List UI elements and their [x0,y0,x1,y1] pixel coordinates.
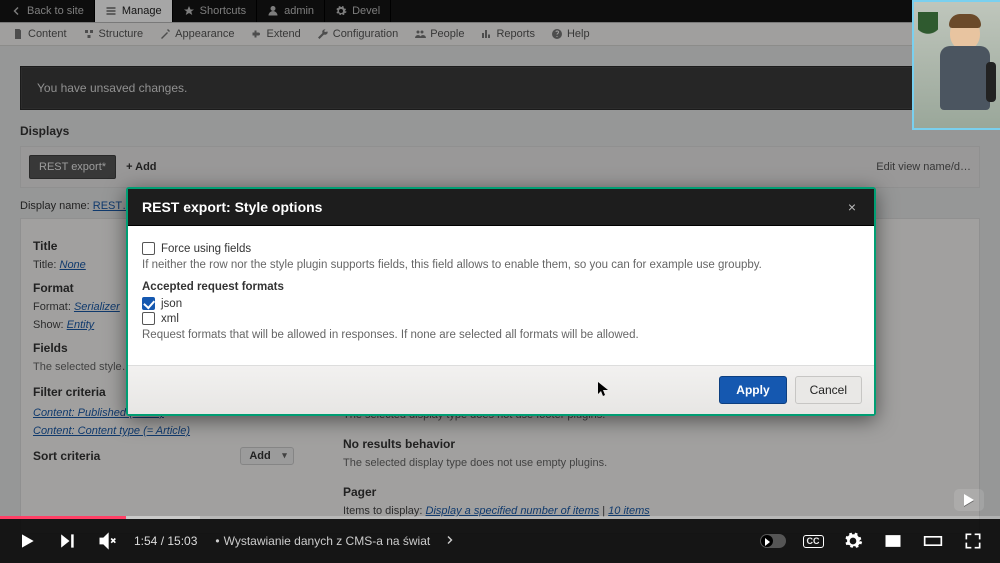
microphone-icon [986,62,996,102]
modal-body: Force using fields If neither the row no… [128,226,874,365]
video-progress-bar[interactable] [0,516,1000,519]
fullscreen-button[interactable] [960,528,986,554]
theater-button[interactable] [920,528,946,554]
plant-decoration [918,12,938,52]
accepted-formats-help: Request formats that will be allowed in … [142,329,860,341]
play-button[interactable] [14,528,40,554]
json-checkbox[interactable] [142,297,155,310]
modal-footer: Apply Cancel [128,365,874,414]
xml-checkbox[interactable] [142,312,155,325]
miniplayer-icon [883,531,903,551]
cc-badge: CC [803,535,824,548]
youtube-watermark-icon[interactable] [954,489,984,511]
video-control-bar: 1:54 / 15:03 •Wystawianie danych z CMS-a… [0,519,1000,563]
modal-close-button[interactable]: × [844,199,860,215]
autoplay-toggle[interactable] [760,528,786,554]
settings-button[interactable] [840,528,866,554]
modal-title: REST export: Style options [142,199,322,215]
apply-button[interactable]: Apply [719,376,786,404]
json-label: json [161,298,182,310]
toggle-track [760,534,786,548]
theater-icon [923,531,943,551]
video-time: 1:54 / 15:03 [134,534,197,548]
chapter-chevron[interactable] [444,534,456,549]
cancel-button[interactable]: Cancel [795,376,862,404]
force-fields-help: If neither the row nor the style plugin … [142,259,860,271]
presenter-webcam [912,0,1000,130]
style-options-modal: REST export: Style options × Force using… [126,187,876,416]
mute-button[interactable] [94,528,120,554]
xml-label: xml [161,313,179,325]
fullscreen-icon [963,531,983,551]
presenter-figure [938,16,992,126]
gear-icon [843,531,863,551]
mouse-cursor-icon [598,382,608,396]
play-icon [17,531,37,551]
next-icon [57,531,77,551]
chevron-right-icon [444,534,456,546]
miniplayer-button[interactable] [880,528,906,554]
next-button[interactable] [54,528,80,554]
captions-button[interactable]: CC [800,528,826,554]
video-buffered [0,516,200,519]
modal-header: REST export: Style options × [128,189,874,226]
force-fields-checkbox[interactable] [142,242,155,255]
volume-muted-icon [97,531,117,551]
video-chapter-title[interactable]: Wystawianie danych z CMS-a na świat [224,534,431,548]
accepted-formats-heading: Accepted request formats [142,281,860,293]
force-fields-label: Force using fields [161,243,251,255]
